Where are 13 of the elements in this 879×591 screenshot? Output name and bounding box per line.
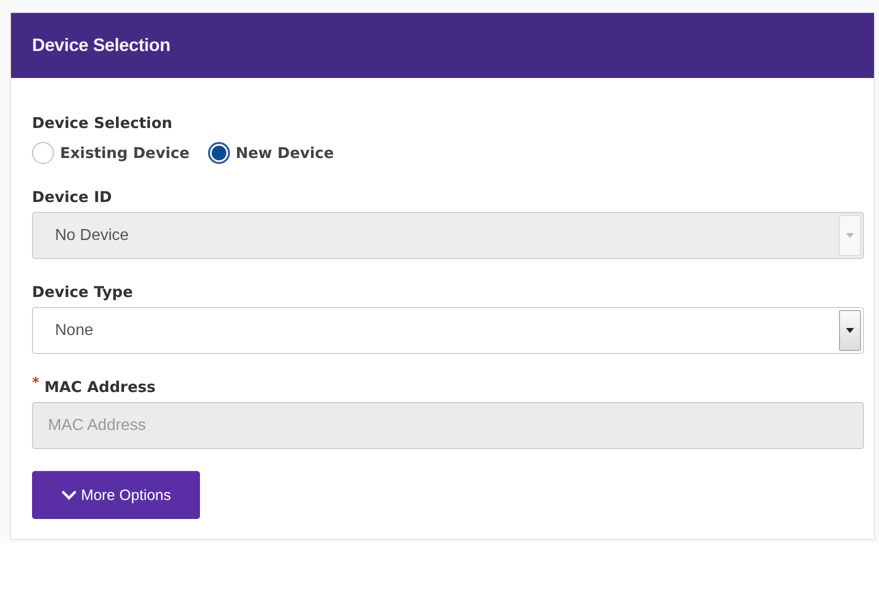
- chevron-down-icon: [60, 490, 77, 500]
- required-mark: *: [32, 378, 40, 388]
- radio-button[interactable]: [208, 142, 230, 164]
- field-label: Device ID: [32, 188, 112, 206]
- field-label: MAC Address: [44, 378, 156, 396]
- more-options-button[interactable]: More Options: [32, 471, 200, 519]
- panel-title: Device Selection: [32, 35, 170, 56]
- radio-option[interactable]: Existing Device: [32, 142, 190, 164]
- dropdown-field[interactable]: None: [32, 307, 864, 354]
- radio-option[interactable]: New Device: [208, 142, 334, 164]
- radio-button[interactable]: [32, 142, 54, 164]
- field-label: Device Selection: [32, 114, 174, 132]
- field-label: Device Type: [32, 283, 133, 301]
